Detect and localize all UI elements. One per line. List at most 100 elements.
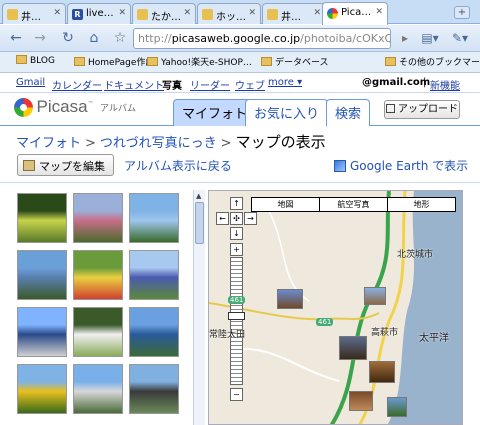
pan-up-icon[interactable]: ↑ — [230, 197, 243, 210]
map-photo-marker[interactable] — [339, 336, 367, 360]
bookmark-folder[interactable]: HomePage作成 — [74, 55, 154, 68]
gbar-link-reader[interactable]: リーダー — [190, 77, 230, 92]
close-icon[interactable]: ✕ — [375, 7, 383, 17]
scroll-up-icon[interactable]: ▲ — [196, 192, 201, 200]
address-bar[interactable]: http://picasaweb.google.co.jp/photoiba/c… — [133, 28, 391, 49]
thumbnail-scrollbar[interactable]: ▲ — [193, 190, 205, 425]
gbar-link-calendar[interactable]: カレンダー — [52, 77, 102, 92]
map-photo-marker[interactable] — [364, 287, 386, 305]
map-type-map[interactable]: 地図 — [252, 198, 320, 211]
map-photo-marker[interactable] — [387, 397, 407, 417]
upload-icon — [386, 104, 395, 113]
map-label-pacific: 太平洋 — [419, 333, 449, 344]
photo-thumbnail[interactable] — [73, 307, 123, 357]
photo-thumbnail[interactable] — [17, 364, 67, 414]
map-photo-marker[interactable] — [277, 289, 303, 309]
browser-toolbar: ← → ↻ ⌂ ☆ http://picasaweb.google.co.jp/… — [0, 25, 480, 52]
close-icon[interactable]: ✕ — [313, 8, 321, 18]
map-type-terrain[interactable]: 地形 — [388, 198, 455, 211]
bookmark-folder[interactable]: BLOG — [16, 55, 55, 66]
browser-tab[interactable]: たか… ✕ — [132, 3, 196, 24]
close-icon[interactable]: ✕ — [53, 8, 61, 18]
gbar-link-new[interactable]: 新機能 — [430, 77, 460, 92]
tab-my-photos[interactable]: マイフォト — [173, 99, 257, 126]
zoom-in-icon[interactable]: + — [230, 243, 243, 256]
map-type-switcher: 地図 航空写真 地形 — [251, 197, 456, 212]
photo-thumbnail[interactable] — [73, 193, 123, 243]
map-photo-marker[interactable] — [369, 361, 395, 383]
photo-thumbnail[interactable] — [17, 307, 67, 357]
browser-tab[interactable]: Rlive… ✕ — [67, 3, 131, 24]
photo-thumbnail[interactable] — [129, 364, 179, 414]
tab-favorites[interactable]: お気に入り — [245, 99, 329, 126]
bookmark-folder[interactable]: データベース — [261, 55, 329, 68]
local-road — [228, 348, 340, 382]
map-view[interactable]: 地図 航空写真 地形 ↑ ← ✣ → ↓ + − 北茨城市 高萩市 太平洋 常陸… — [208, 190, 463, 425]
upload-button[interactable]: アップロード — [384, 100, 460, 119]
gbar-link-gmail[interactable]: Gmail — [16, 77, 45, 88]
pan-center-icon[interactable]: ✣ — [230, 212, 243, 225]
folder-icon — [202, 9, 213, 20]
zoom-out-icon[interactable]: − — [230, 388, 243, 401]
gbar-link-more[interactable]: more ▾ — [268, 77, 302, 88]
picasa-logo[interactable]: Picasa™ アルバム — [14, 97, 136, 119]
route-shield-461: 461 — [316, 318, 334, 326]
folder-icon — [261, 57, 272, 66]
folder-icon — [385, 57, 396, 66]
close-icon[interactable]: ✕ — [183, 8, 191, 18]
other-bookmarks[interactable]: その他のブックマーク — [385, 55, 480, 68]
star-icon[interactable]: ☆ — [110, 29, 130, 48]
photo-thumbnail-grid — [17, 193, 185, 425]
breadcrumb: マイフォト > つれづれ写真にっき > マップの表示 — [16, 133, 326, 151]
folder-icon — [16, 55, 27, 64]
local-road — [268, 210, 310, 302]
page-menu-icon[interactable]: ▤▾ — [420, 29, 440, 48]
breadcrumb-my-photos[interactable]: マイフォト — [16, 136, 81, 151]
pan-right-icon[interactable]: → — [244, 212, 257, 225]
breadcrumb-album[interactable]: つれづれ写真にっき — [100, 136, 217, 151]
edit-map-button[interactable]: マップを編集 — [17, 154, 114, 176]
close-icon[interactable]: ✕ — [118, 8, 126, 18]
pan-down-icon[interactable]: ↓ — [230, 227, 243, 240]
zoom-slider[interactable] — [230, 257, 243, 385]
browser-tab[interactable]: ホッ… ✕ — [197, 3, 261, 24]
back-arrow-icon[interactable]: ← — [6, 29, 26, 48]
close-icon[interactable]: ✕ — [248, 8, 256, 18]
map-label-hitachiomiya: 常陸太田 — [209, 330, 246, 340]
browser-tab[interactable]: 井… ✕ — [262, 3, 326, 24]
map-type-satellite[interactable]: 航空写真 — [320, 198, 388, 211]
gbar-link-web[interactable]: ウェブ — [235, 77, 265, 92]
photo-thumbnail[interactable] — [17, 193, 67, 243]
google-earth-link[interactable]: Google Earth で表示 — [334, 157, 468, 174]
gbar-link-photos[interactable]: 写真 — [162, 77, 182, 92]
reload-icon[interactable]: ↻ — [58, 29, 78, 48]
tab-search[interactable]: 検索 — [326, 99, 371, 126]
photo-thumbnail[interactable] — [129, 250, 179, 300]
folder-icon — [74, 57, 85, 66]
wrench-icon[interactable]: ✎▾ — [450, 29, 470, 48]
pan-left-icon[interactable]: ← — [216, 212, 229, 225]
photo-thumbnail[interactable] — [73, 250, 123, 300]
home-icon[interactable]: ⌂ — [84, 29, 104, 48]
expressway — [329, 191, 391, 424]
browser-tab[interactable]: 井… ✕ — [2, 3, 66, 24]
scrollbar-thumb[interactable] — [195, 202, 204, 244]
photo-thumbnail[interactable] — [129, 307, 179, 357]
browser-tab-active[interactable]: Pica… ✕ — [322, 2, 388, 25]
gbar-link-docs[interactable]: ドキュメント — [104, 77, 164, 92]
photo-thumbnail[interactable] — [73, 364, 123, 414]
zoom-slider-knob[interactable] — [228, 312, 245, 320]
map-label-kitaibaraki: 北茨城市 — [397, 250, 434, 260]
picasa-header: Picasa™ アルバム マイフォト お気に入り 検索 アップロード — [0, 93, 480, 126]
album-view-link[interactable]: アルバム表示に戻る — [124, 157, 232, 174]
photo-thumbnail[interactable] — [129, 193, 179, 243]
search-engine-icon[interactable]: ▸ — [395, 29, 415, 48]
folder-icon — [7, 9, 18, 20]
map-photo-marker[interactable] — [349, 391, 373, 411]
photo-thumbnail[interactable] — [17, 250, 67, 300]
google-earth-icon — [334, 160, 346, 172]
bookmark-folder[interactable]: Yahoo!楽天e-SHOP… — [147, 55, 252, 68]
folder-icon — [267, 9, 278, 20]
forward-arrow-icon[interactable]: → — [30, 29, 50, 48]
new-tab-button[interactable]: + — [454, 6, 470, 19]
